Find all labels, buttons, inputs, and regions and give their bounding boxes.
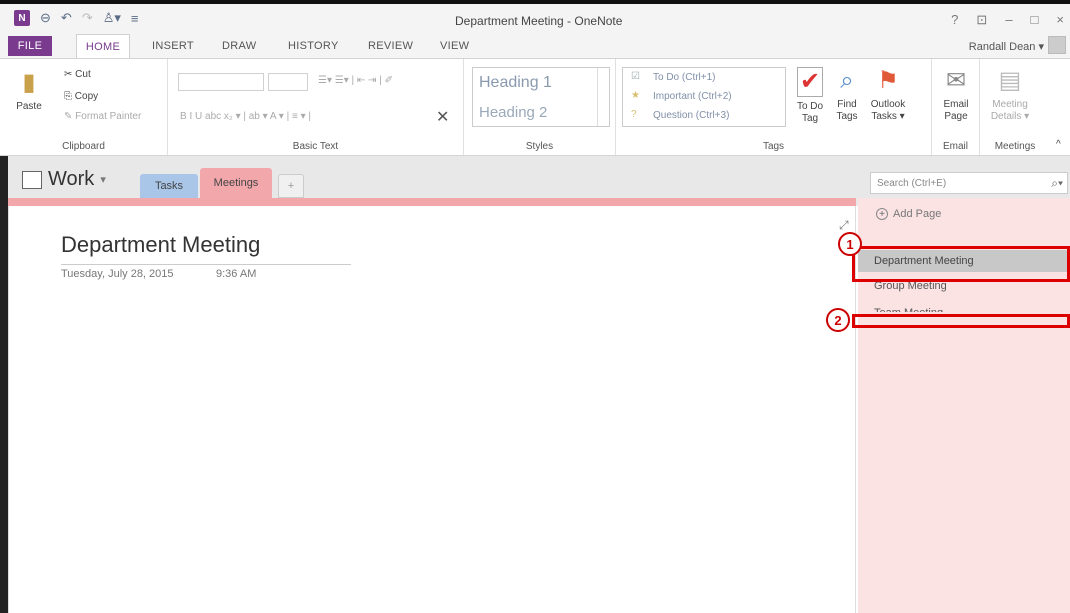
- highlight-box-1: [852, 246, 1070, 282]
- brush-icon: ✎: [64, 111, 73, 122]
- avatar[interactable]: [1048, 36, 1066, 54]
- full-page-view-icon[interactable]: ⤢: [839, 218, 849, 233]
- onenote-logo-icon: N: [14, 10, 30, 26]
- notebook-icon: [22, 170, 42, 189]
- flag-icon: ⚑: [877, 67, 899, 94]
- checkbox-icon: ☑: [631, 71, 640, 82]
- touch-mode-icon[interactable]: ♙▾: [103, 10, 121, 26]
- search-icon[interactable]: ⌕▾: [1051, 176, 1063, 191]
- close-icon[interactable]: ×: [1056, 12, 1064, 28]
- basic-text-group-label: Basic Text: [292, 141, 339, 152]
- help-icon[interactable]: ?: [951, 12, 958, 28]
- section-tab-meetings[interactable]: Meetings: [200, 168, 272, 198]
- tags-group-label: Tags: [762, 141, 785, 152]
- outlook-tasks-button[interactable]: ⚑ Outlook Tasks ▾: [866, 67, 910, 123]
- clipboard-group-label: Clipboard: [62, 141, 105, 152]
- tags-gallery[interactable]: ☑ To Do (Ctrl+1) ★ Important (Ctrl+2) ? …: [622, 67, 786, 127]
- meetings-group: ▤ Meeting Details ▾ Meetings: [980, 59, 1050, 155]
- tab-home[interactable]: HOME: [76, 34, 130, 58]
- tag-important[interactable]: Important (Ctrl+2): [653, 91, 732, 102]
- highlight-box-2: [852, 314, 1070, 328]
- page-title[interactable]: Department Meeting: [61, 232, 351, 265]
- user-name[interactable]: Randall Dean ▾: [969, 40, 1044, 53]
- tab-review[interactable]: REVIEW: [368, 40, 413, 52]
- window-title: Department Meeting - OneNote: [455, 14, 623, 28]
- title-bar: N ⊖ ↶ ↷ ♙▾ ≡ Department Meeting - OneNot…: [0, 0, 1070, 34]
- section-color-strip: [8, 198, 856, 206]
- envelope-icon: ✉: [945, 67, 967, 94]
- clipboard-group: ▮ Paste ✂ Cut ⎘ Copy ✎ Format Painter Cl…: [0, 59, 168, 155]
- page-date: Tuesday, July 28, 2015: [61, 268, 174, 280]
- basic-text-group: ☰▾ ☰▾ | ⇤ ⇥ | ✐ B I U abc x₂ ▾ | ab ▾ A …: [168, 59, 464, 155]
- ribbon: ▮ Paste ✂ Cut ⎘ Copy ✎ Format Painter Cl…: [0, 58, 1070, 156]
- email-group-label: Email: [942, 141, 968, 152]
- styles-group-label: Styles: [525, 141, 554, 152]
- scissors-icon: ✂: [64, 69, 73, 80]
- meeting-details-icon: ▤: [998, 67, 1022, 94]
- font-name-combo[interactable]: [178, 73, 264, 91]
- redo-icon[interactable]: ↷: [82, 10, 93, 26]
- todo-tag-button[interactable]: ✔ To Do Tag: [792, 67, 828, 125]
- page-item-team-meeting[interactable]: Team Meeting: [874, 302, 943, 312]
- checkmark-icon: ✔: [797, 67, 823, 97]
- back-icon[interactable]: ⊖: [40, 10, 51, 26]
- tag-todo[interactable]: To Do (Ctrl+1): [653, 72, 716, 83]
- clipboard-icon: ▮: [22, 69, 36, 96]
- styles-gallery[interactable]: Heading 1 Heading 2: [472, 67, 610, 127]
- meetings-group-label: Meetings: [994, 141, 1036, 152]
- tab-view[interactable]: VIEW: [440, 40, 469, 52]
- format-painter-button[interactable]: ✎ Format Painter: [64, 111, 141, 122]
- tab-history[interactable]: HISTORY: [288, 40, 339, 52]
- paste-button[interactable]: ▮ Paste: [12, 69, 46, 113]
- add-section-button[interactable]: +: [278, 174, 304, 198]
- copy-icon: ⎘: [64, 91, 72, 102]
- format-icons[interactable]: B I U abc x₂ ▾ | ab ▾ A ▾ | ≡ ▾ |: [180, 111, 311, 122]
- cut-button[interactable]: ✂ Cut: [64, 69, 91, 80]
- tab-draw[interactable]: DRAW: [222, 40, 256, 52]
- quick-access-toolbar: N ⊖ ↶ ↷ ♙▾ ≡: [14, 10, 139, 26]
- window-controls: ? ⊡ – □ ×: [951, 12, 1064, 28]
- callout-1: 1: [838, 232, 862, 256]
- tab-file[interactable]: FILE: [8, 36, 52, 56]
- undo-icon[interactable]: ↶: [61, 10, 72, 26]
- tab-insert[interactable]: INSERT: [152, 40, 194, 52]
- page-time: 9:36 AM: [216, 268, 257, 280]
- tag-question[interactable]: Question (Ctrl+3): [653, 110, 729, 121]
- find-tags-button[interactable]: ⌕ Find Tags: [832, 67, 862, 123]
- styles-scrollbar[interactable]: [597, 68, 609, 126]
- maximize-icon[interactable]: □: [1031, 12, 1039, 28]
- ribbon-tab-bar: FILE HOME INSERT DRAW HISTORY REVIEW VIE…: [0, 34, 1070, 58]
- section-tab-tasks[interactable]: Tasks: [140, 174, 198, 198]
- search-input[interactable]: Search (Ctrl+E) ⌕▾: [870, 172, 1068, 194]
- notebook-selector[interactable]: Work ▾: [22, 168, 106, 191]
- add-page-button[interactable]: + Add Page: [876, 208, 941, 220]
- chevron-down-icon: ▾: [100, 174, 106, 186]
- ribbon-display-icon[interactable]: ⊡: [976, 12, 987, 28]
- plus-icon: +: [876, 208, 888, 220]
- callout-2: 2: [826, 308, 850, 332]
- collapse-ribbon-icon[interactable]: ^: [1056, 139, 1061, 150]
- email-page-button[interactable]: ✉ Email Page: [938, 67, 974, 123]
- page-canvas[interactable]: Department Meeting Tuesday, July 28, 201…: [8, 206, 856, 613]
- style-heading2[interactable]: Heading 2: [479, 104, 547, 121]
- clear-formatting-icon[interactable]: ✕: [436, 107, 449, 127]
- bullets-icon[interactable]: ☰▾ ☰▾ | ⇤ ⇥ | ✐: [318, 75, 393, 86]
- minimize-icon[interactable]: –: [1005, 12, 1012, 28]
- meeting-details-button[interactable]: ▤ Meeting Details ▾: [986, 67, 1034, 123]
- window-left-edge: [0, 156, 8, 613]
- copy-button[interactable]: ⎘ Copy: [64, 91, 98, 102]
- email-group: ✉ Email Page Email: [932, 59, 980, 155]
- font-size-combo[interactable]: [268, 73, 308, 91]
- star-icon: ★: [631, 90, 640, 101]
- question-icon: ?: [631, 109, 637, 120]
- style-heading1[interactable]: Heading 1: [479, 74, 552, 92]
- customize-qat-icon[interactable]: ≡: [131, 11, 139, 26]
- find-tags-icon: ⌕: [840, 67, 854, 94]
